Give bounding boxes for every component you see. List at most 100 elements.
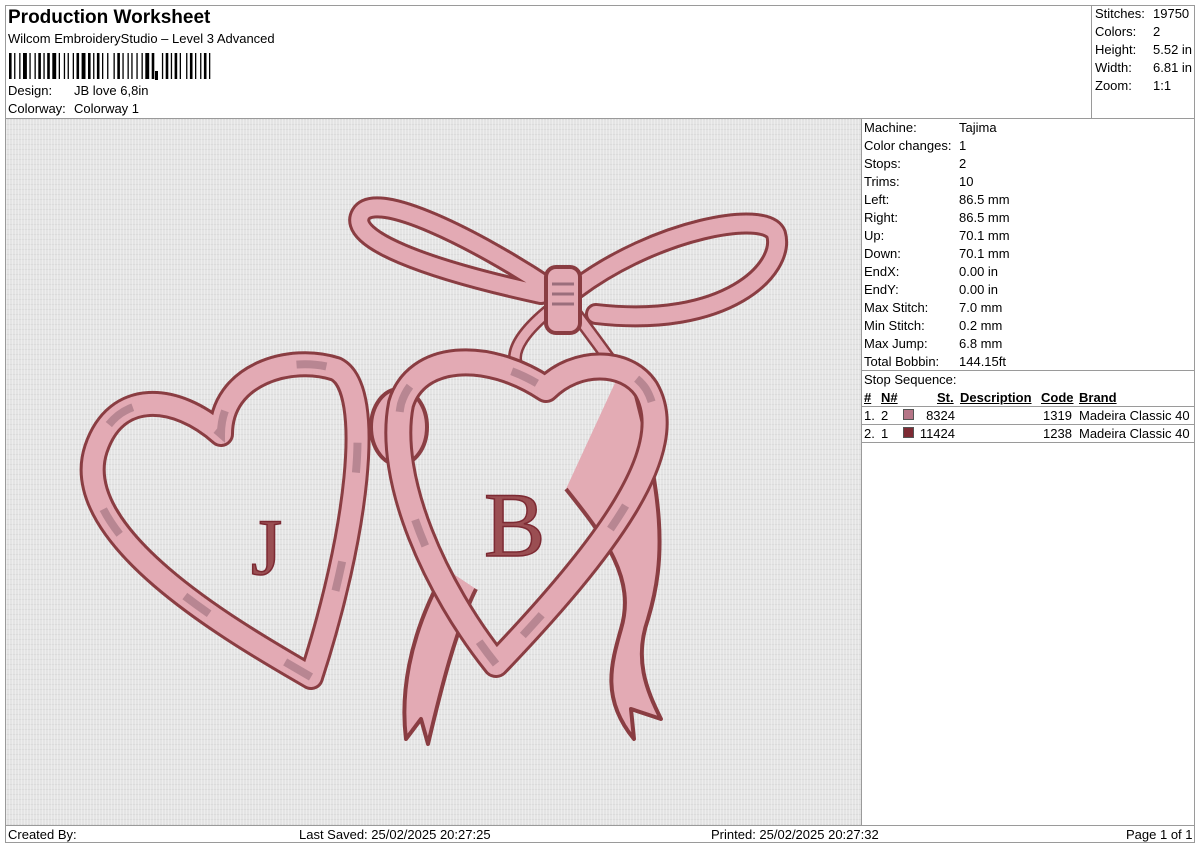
- machine-info-label: Min Stitch:: [864, 318, 925, 333]
- col-header-brand: Brand: [1079, 390, 1117, 405]
- design-value: JB love 6,8in: [74, 83, 149, 98]
- machine-info-row: Trims: 10: [864, 174, 973, 189]
- machine-info-label: Stops:: [864, 156, 901, 171]
- machine-info-row: EndY: 0.00 in: [864, 282, 998, 297]
- machine-info-row: Left: 86.5 mm: [864, 192, 1010, 207]
- left-heart-shape: [79, 351, 371, 690]
- machine-info-row: Stops: 2: [864, 156, 966, 171]
- machine-info-row: Total Bobbin: 144.15ft: [864, 354, 1006, 369]
- design-label: Design:: [8, 83, 53, 98]
- footer-divider: [5, 825, 1195, 826]
- row-code: 1319: [1043, 408, 1072, 423]
- colorway-row: Colorway: Colorway 1: [8, 101, 139, 116]
- stat-label: Stitches:: [1095, 6, 1145, 21]
- thread-color-swatch: [903, 409, 914, 420]
- machine-info-value: 7.0 mm: [959, 300, 1003, 315]
- machine-info-label: Max Jump:: [864, 336, 928, 351]
- row-stitches: 11424: [919, 426, 955, 441]
- embroidery-design-image: J B: [79, 196, 789, 746]
- machine-info-row: Max Stitch: 7.0 mm: [864, 300, 1002, 315]
- stat-value: 19750: [1153, 6, 1190, 21]
- footer-created-by: Created By:: [8, 827, 77, 842]
- worksheet-header: Production Worksheet Wilcom EmbroiderySt…: [5, 5, 1091, 118]
- machine-info-value: 0.2 mm: [959, 318, 1003, 333]
- machine-info-value: 1: [959, 138, 967, 153]
- thread-color-swatch: [903, 427, 914, 438]
- machine-info-label: Down:: [864, 246, 901, 261]
- machine-info-row: Up: 70.1 mm: [864, 228, 1010, 243]
- machine-info-row: EndX: 0.00 in: [864, 264, 998, 279]
- page-title: Production Worksheet: [8, 7, 211, 28]
- stats-box: Stitches: 19750 Colors: 2 Height: 5.52 in W…: [1091, 5, 1196, 118]
- software-subtitle: Wilcom EmbroideryStudio – Level 3 Advanc…: [8, 31, 275, 46]
- row-brand: Madeira Classic 40: [1079, 426, 1190, 441]
- col-header-code: Code: [1041, 390, 1074, 405]
- table-header-divider: [862, 406, 1195, 407]
- machine-info-label: Up:: [864, 228, 885, 243]
- footer-page-number: Page 1 of 1: [1126, 827, 1193, 842]
- design-letter-b: B: [484, 474, 545, 576]
- stat-label: Zoom:: [1095, 78, 1132, 93]
- machine-info-value: 86.5 mm: [959, 210, 1010, 225]
- row-needle: 2: [881, 408, 889, 423]
- row-num: 2.: [864, 426, 875, 441]
- col-header-num: #: [864, 390, 872, 405]
- stat-row: Colors: 2: [1095, 24, 1160, 39]
- footer-last-saved: Last Saved: 25/02/2025 20:27:25: [299, 827, 491, 842]
- stat-value: 5.52 in: [1153, 42, 1193, 57]
- row-divider: [862, 442, 1195, 443]
- machine-info-row: Right: 86.5 mm: [864, 210, 1010, 225]
- stat-value: 6.81 in: [1153, 60, 1193, 75]
- col-header-st: St.: [937, 390, 954, 405]
- machine-info-row: Color changes: 1: [864, 138, 966, 153]
- machine-info-row: Max Jump: 6.8 mm: [864, 336, 1002, 351]
- ribbon-bow-shape: [348, 196, 789, 376]
- design-preview-canvas[interactable]: J B: [6, 119, 861, 825]
- machine-info-label: Right:: [864, 210, 898, 225]
- row-stitches: 8324: [926, 408, 955, 423]
- machine-info-value: 2: [959, 156, 967, 171]
- machine-info-label: EndX:: [864, 264, 900, 279]
- machine-info-value: 70.1 mm: [959, 228, 1010, 243]
- stat-value: 2: [1153, 24, 1161, 39]
- stat-row: Height: 5.52 in: [1095, 42, 1192, 57]
- machine-info-value: 144.15ft: [959, 354, 1006, 369]
- machine-info-label: Total Bobbin:: [864, 354, 940, 369]
- stop-sequence-title: Stop Sequence:: [864, 372, 957, 387]
- machine-info-label: Trims:: [864, 174, 900, 189]
- colorway-value: Colorway 1: [74, 101, 140, 116]
- machine-info-value: 70.1 mm: [959, 246, 1010, 261]
- machine-info-row: Machine: Tajima: [864, 120, 997, 135]
- machine-info-label: Color changes:: [864, 138, 952, 153]
- stat-label: Width:: [1095, 60, 1132, 75]
- machine-info-row: Min Stitch: 0.2 mm: [864, 318, 1002, 333]
- footer-printed: Printed: 25/02/2025 20:27:32: [711, 827, 879, 842]
- col-header-description: Description: [960, 390, 1032, 405]
- machine-info-label: Machine:: [864, 120, 917, 135]
- stat-row: Stitches: 19750: [1095, 6, 1189, 21]
- colorway-label: Colorway:: [8, 101, 66, 116]
- machine-info-value: 0.00 in: [959, 282, 999, 297]
- row-needle: 1: [881, 426, 889, 441]
- machine-info-label: EndY:: [864, 282, 899, 297]
- machine-info-value: 10: [959, 174, 974, 189]
- stat-row: Width: 6.81 in: [1095, 60, 1192, 75]
- stat-label: Height:: [1095, 42, 1137, 57]
- canvas-divider: [861, 119, 862, 825]
- col-header-n: N#: [881, 390, 898, 405]
- machine-info-value: 6.8 mm: [959, 336, 1003, 351]
- machine-info-divider: [862, 370, 1195, 371]
- machine-info-label: Max Stitch:: [864, 300, 929, 315]
- machine-info-value: 0.00 in: [959, 264, 999, 279]
- stat-label: Colors:: [1095, 24, 1137, 39]
- machine-info-value: Tajima: [959, 120, 997, 135]
- row-divider: [862, 424, 1195, 425]
- machine-info-value: 86.5 mm: [959, 192, 1010, 207]
- machine-info-row: Down: 70.1 mm: [864, 246, 1010, 261]
- row-brand: Madeira Classic 40: [1079, 408, 1190, 423]
- stat-row: Zoom: 1:1: [1095, 78, 1171, 93]
- stat-value: 1:1: [1153, 78, 1172, 93]
- machine-info-label: Left:: [864, 192, 890, 207]
- row-num: 1.: [864, 408, 875, 423]
- row-code: 1238: [1043, 426, 1072, 441]
